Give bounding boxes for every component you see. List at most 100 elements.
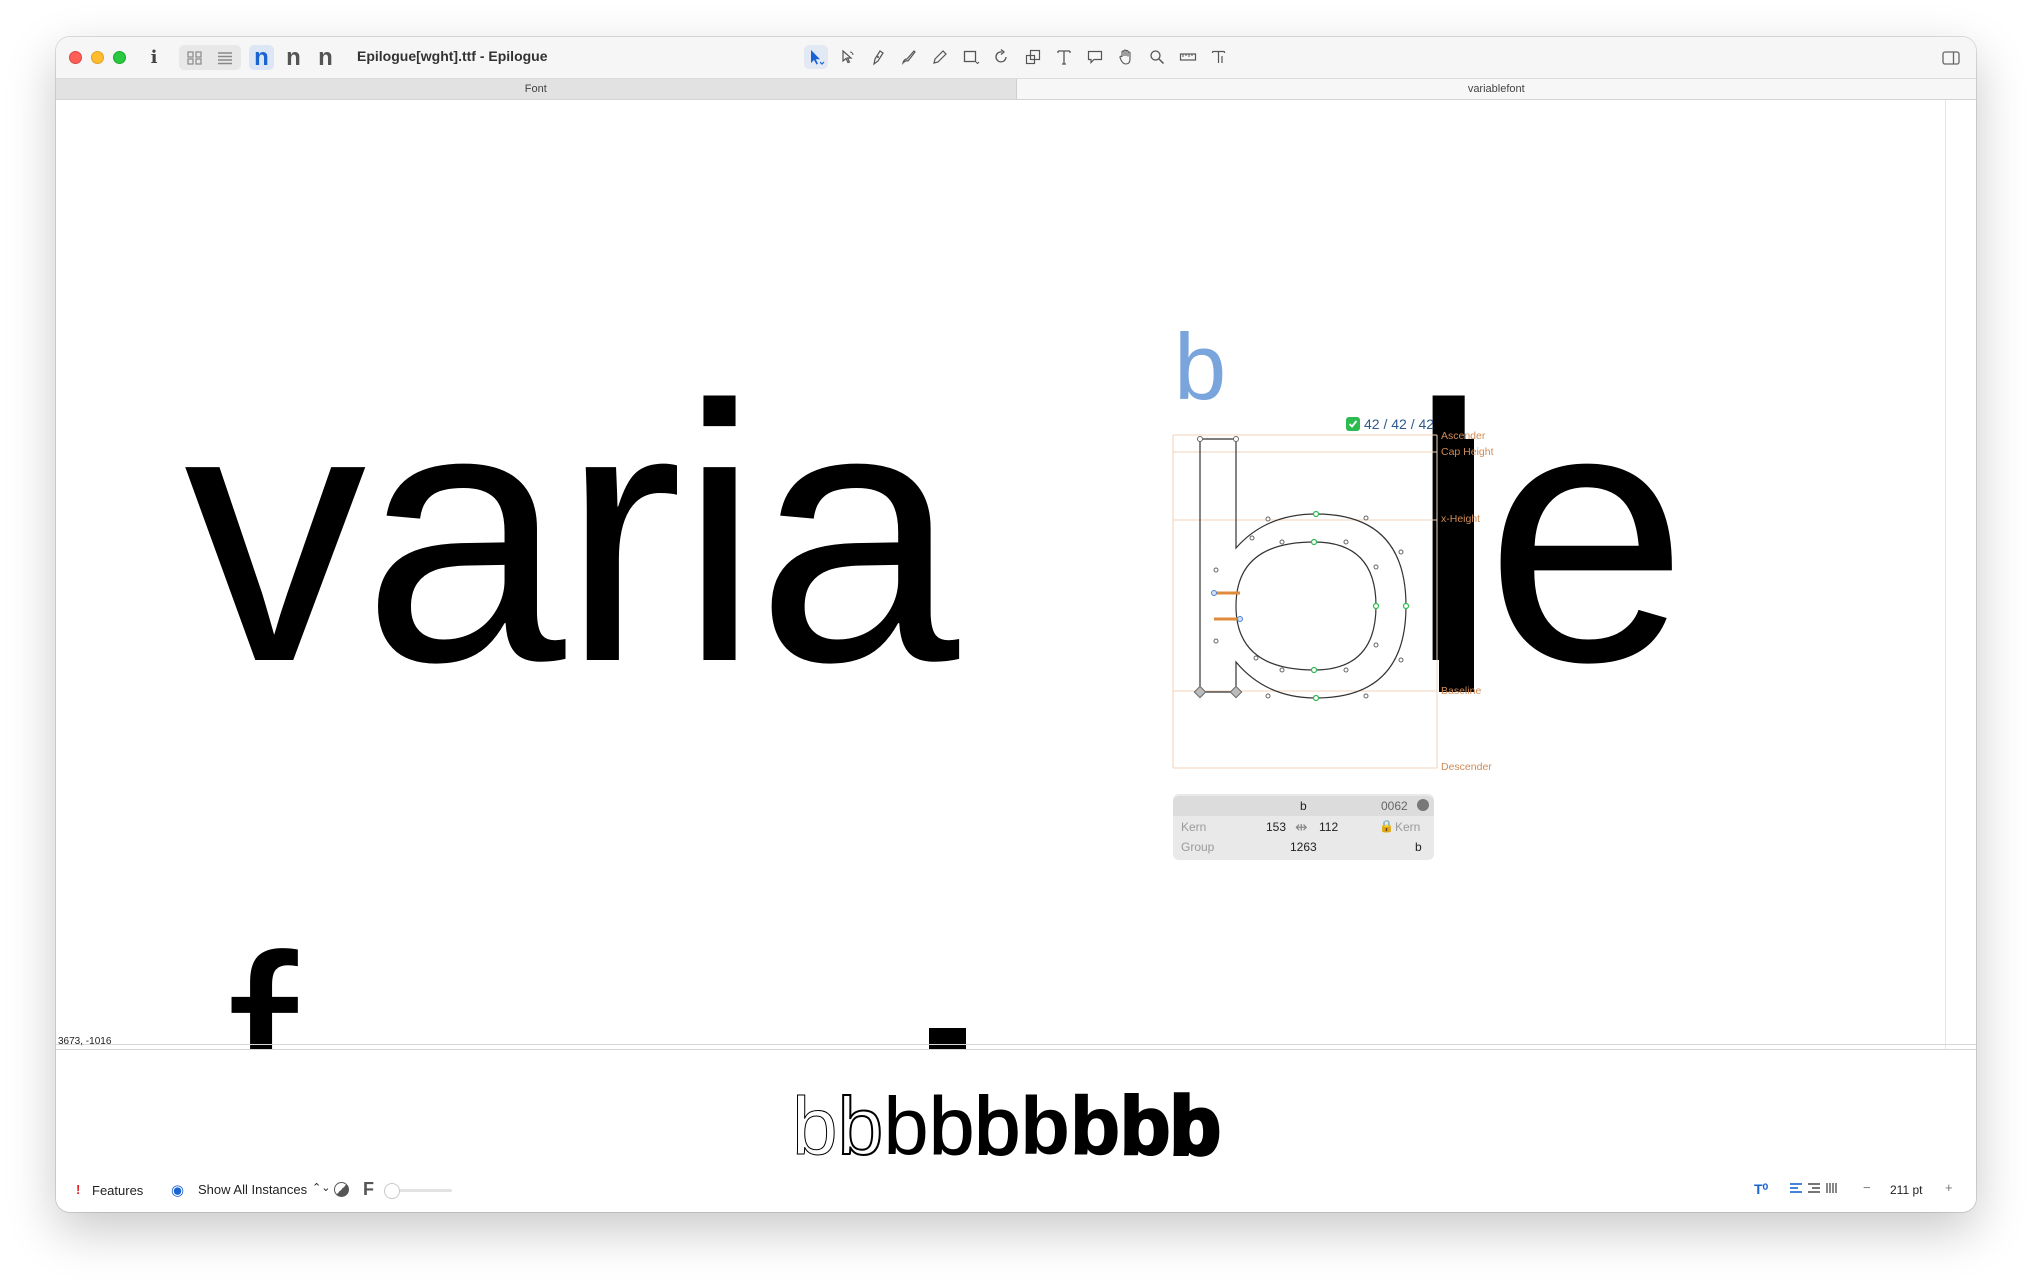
zoom-tool[interactable]	[1145, 45, 1169, 69]
rectangle-tool[interactable]	[959, 45, 983, 69]
cap-height-label: Cap Height	[1441, 446, 1494, 458]
show-instances-select[interactable]: Show All Instances	[198, 1182, 307, 1197]
pen-tool[interactable]	[866, 45, 890, 69]
baseline-label: Baseline	[1441, 685, 1482, 697]
zoom-value[interactable]: 211 pt	[1890, 1183, 1922, 1197]
contrast-icon[interactable]	[334, 1182, 349, 1197]
preview-area[interactable]: bbbbbbbbb	[56, 1049, 1976, 1170]
type-tool[interactable]	[1207, 45, 1231, 69]
lock-icon[interactable]: 🔒	[1379, 819, 1394, 833]
text-tool[interactable]	[1052, 45, 1076, 69]
view-mode-toggle[interactable]	[179, 45, 241, 70]
glyph-info-header: b 0062	[1173, 796, 1434, 816]
preview-instance-glyph[interactable]: b	[792, 1085, 839, 1168]
hand-select-tool[interactable]	[835, 45, 859, 69]
zoom-window-button[interactable]	[113, 51, 126, 64]
brush-icon	[901, 50, 916, 65]
tool-palette	[804, 45, 1231, 69]
document-tab-bar: Font variablefont	[56, 78, 1976, 100]
warning-icon: !	[76, 1182, 81, 1197]
sidebar-toggle-button[interactable]	[1940, 45, 1962, 70]
pencil-icon	[933, 50, 947, 64]
scale-tool[interactable]	[1021, 45, 1045, 69]
unicode-field[interactable]: 0062	[1381, 799, 1408, 813]
annotation-tool[interactable]	[1083, 45, 1107, 69]
comment-icon	[1087, 50, 1103, 64]
close-window-button[interactable]	[69, 51, 82, 64]
ascender-label: Ascender	[1441, 430, 1486, 442]
type-glyph-icon	[1211, 50, 1226, 63]
group-label: Group	[1181, 840, 1215, 854]
canvas-divider	[56, 1044, 1976, 1045]
left-sidebearing-field[interactable]: 153	[1266, 820, 1286, 834]
preview-instance-glyph[interactable]: b	[837, 1085, 885, 1169]
eye-icon[interactable]: ◉	[171, 1181, 184, 1199]
cursor-coordinates: 3673, -1016	[58, 1036, 112, 1047]
link-metrics-icon[interactable]: ⇹	[1295, 818, 1308, 836]
arrow-pointer-icon	[811, 50, 825, 65]
right-kern-label: Kern	[1395, 820, 1421, 834]
scale-icon	[1025, 49, 1041, 65]
preview-instance-glyph[interactable]: b	[973, 1085, 1021, 1169]
text-direction-icon[interactable]: T⁰	[1754, 1181, 1768, 1198]
tab-font[interactable]: Font	[56, 79, 1016, 99]
metric-lines	[1172, 434, 1474, 769]
select-tool[interactable]	[804, 45, 828, 69]
descender-label: Descender	[1441, 761, 1492, 773]
instance-slider[interactable]	[384, 1183, 452, 1199]
list-view-icon[interactable]	[217, 51, 233, 65]
hand-icon	[1119, 49, 1131, 65]
window-controls	[69, 51, 126, 64]
select-chevron-icon: ⌃⌄	[312, 1182, 331, 1194]
grid-view-icon[interactable]	[187, 50, 203, 65]
magnifier-icon	[1150, 50, 1165, 65]
app-window: i n n n Epilogue[wght].ttf - Epilogue Fo…	[56, 37, 1976, 1212]
measure-tool[interactable]	[1176, 45, 1200, 69]
bottom-bar: ! Features ◉ Show All Instances ⌃⌄ F T⁰ …	[56, 1170, 1976, 1212]
glyph-group-row: Group 1263 b	[1173, 837, 1434, 857]
draw-tool[interactable]	[897, 45, 921, 69]
preview-instance-glyph[interactable]: b	[883, 1086, 929, 1168]
vertical-text-icon[interactable]	[1825, 1182, 1839, 1197]
slider-thumb[interactable]	[384, 1183, 400, 1199]
align-left-icon[interactable]	[1789, 1182, 1803, 1197]
sidebar-icon	[1942, 50, 1960, 65]
text-icon	[1057, 50, 1071, 65]
rotate-tool[interactable]	[990, 45, 1014, 69]
glyph-name-field[interactable]: b	[1300, 799, 1307, 813]
preview-instance-glyph[interactable]: b	[1119, 1084, 1172, 1169]
rotate-icon	[995, 49, 1007, 63]
right-sidebearing-field[interactable]: 112	[1319, 820, 1338, 834]
glyph-info-box: b 0062 Kern 153 ⇹ 112 🔒 Kern Group 1263 …	[1173, 794, 1434, 860]
title-bar: i n n n Epilogue[wght].ttf - Epilogue	[56, 37, 1976, 78]
hand-tool[interactable]	[1114, 45, 1138, 69]
pen-icon	[873, 50, 884, 66]
edit-canvas[interactable]: varia le f b 42 / 42 / 42 Ascender Cap H…	[56, 100, 1976, 1050]
zoom-in-button[interactable]: +	[1945, 1180, 1953, 1195]
edit-view-button-3[interactable]: n	[313, 44, 338, 71]
info-icon: i	[150, 47, 158, 68]
ruler-icon	[1179, 53, 1197, 61]
preview-instance-glyph[interactable]: b	[1020, 1086, 1070, 1168]
tab-variablefont[interactable]: variablefont	[1015, 79, 1976, 99]
align-right-icon[interactable]	[1807, 1182, 1821, 1197]
right-group-field[interactable]: b	[1415, 840, 1422, 854]
preview-instance-glyph[interactable]: b	[928, 1085, 975, 1168]
edit-view-button-1[interactable]: n	[249, 44, 274, 71]
left-kern-label: Kern	[1181, 820, 1207, 834]
preview-instance-glyph[interactable]: b	[1168, 1083, 1223, 1170]
width-field[interactable]: 1263	[1290, 840, 1317, 854]
rectangle-icon	[963, 50, 980, 65]
glyph-kern-row: Kern 153 ⇹ 112 🔒 Kern	[1173, 817, 1434, 837]
f-toggle[interactable]: F	[363, 1179, 374, 1200]
arrow-circle-icon[interactable]	[1417, 799, 1429, 811]
info-button[interactable]: i	[144, 45, 164, 70]
zoom-out-button[interactable]: −	[1863, 1180, 1871, 1195]
edit-view-button-2[interactable]: n	[281, 44, 306, 71]
preview-instances: bbbbbbbbb	[792, 1083, 1223, 1170]
features-button[interactable]: Features	[92, 1183, 143, 1198]
preview-instance-glyph[interactable]: b	[1069, 1085, 1121, 1169]
minimize-window-button[interactable]	[91, 51, 104, 64]
pencil-tool[interactable]	[928, 45, 952, 69]
window-title: Epilogue[wght].ttf - Epilogue	[357, 48, 548, 64]
